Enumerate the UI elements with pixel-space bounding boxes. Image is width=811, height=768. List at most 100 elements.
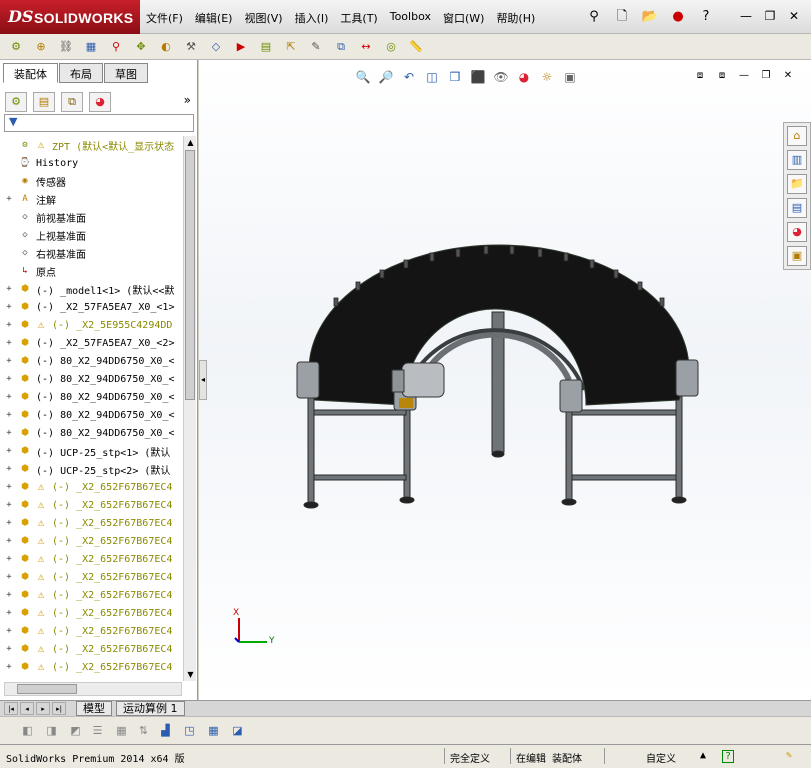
menu-help[interactable]: 帮助(H) bbox=[496, 10, 535, 26]
new-document-icon[interactable]: 🗋 bbox=[611, 8, 633, 26]
tree-row[interactable]: + ⬢ ⚠ (-) _X2_652F67B67EC4 bbox=[0, 478, 183, 496]
last-tab-icon[interactable]: ▸| bbox=[52, 702, 66, 715]
conveyor-model[interactable] bbox=[294, 230, 704, 520]
tree-row[interactable]: + A 注解 bbox=[0, 190, 183, 208]
view-icon-6[interactable]: ⇅ bbox=[134, 722, 153, 740]
interference-detection-icon[interactable]: ⧉ bbox=[331, 38, 351, 56]
expand-icon[interactable]: + bbox=[4, 572, 14, 582]
menu-tools[interactable]: 工具(T) bbox=[340, 10, 377, 26]
notification-icon[interactable]: ✎ bbox=[786, 750, 792, 761]
expand-icon[interactable]: + bbox=[4, 554, 14, 564]
featuremanager-icon[interactable]: ⚙ bbox=[5, 92, 27, 112]
minimize-button[interactable]: — bbox=[735, 8, 757, 24]
menu-window[interactable]: 窗口(W) bbox=[443, 10, 484, 26]
tree-row[interactable]: + ⬢ ⚠ (-) _X2_652F67B67EC4 bbox=[0, 532, 183, 550]
first-tab-icon[interactable]: |◂ bbox=[4, 702, 18, 715]
horizontal-scroll-thumb[interactable] bbox=[17, 684, 77, 694]
tile-left-icon[interactable]: ⧈ bbox=[691, 70, 709, 84]
expand-icon[interactable]: + bbox=[4, 536, 14, 546]
tree-filter[interactable]: ▼ bbox=[4, 114, 194, 132]
tree-row[interactable]: + ⬢ ⚠ (-) _X2_652F67B67EC4 bbox=[0, 622, 183, 640]
tree-row[interactable]: + ⬢ ⚠ (-) _X2_5E955C4294DD bbox=[0, 316, 183, 334]
tree-row[interactable]: ◇ 右视基准面 bbox=[0, 244, 183, 262]
expand-icon[interactable]: + bbox=[4, 356, 14, 366]
menu-toolbox[interactable]: Toolbox bbox=[390, 10, 431, 26]
scroll-thumb[interactable] bbox=[185, 150, 195, 400]
unit-system[interactable]: 自定义 bbox=[646, 750, 676, 765]
panel-collapse-handle[interactable]: ◂ bbox=[199, 360, 207, 400]
view-palette-icon[interactable]: ▤ bbox=[787, 198, 807, 218]
tree-row[interactable]: + ⬢ (-) 80_X2_94DD6750_X0_< bbox=[0, 370, 183, 388]
tab-sketch[interactable]: 草图 bbox=[104, 63, 148, 83]
graphics-area[interactable]: 🔍 🔎 ↶ ◫ ❒ ⬛ 👁 ◕ ☼ ▣ ⧈ ⧈ — ❐ ✕ ◂ ⌂ ▥ 📁 ▤ ◕ ▣ bbox=[199, 60, 811, 700]
expand-icon[interactable]: + bbox=[4, 482, 14, 492]
tree-row[interactable]: + ⬢ ⚠ (-) _X2_652F67B67EC4 bbox=[0, 496, 183, 514]
tree-row[interactable]: + ⬢ (-) UCP-25_stp<1> (默认 bbox=[0, 442, 183, 460]
scroll-up-icon[interactable]: ▲ bbox=[184, 136, 197, 149]
view-icon-8[interactable]: ◳ bbox=[180, 722, 199, 740]
expand-icon[interactable]: + bbox=[4, 338, 14, 348]
tab-layout[interactable]: 布局 bbox=[59, 63, 103, 83]
smart-fasteners-icon[interactable]: ⚲ bbox=[106, 38, 126, 56]
unit-menu-icon[interactable]: ▲ bbox=[700, 750, 706, 761]
prev-tab-icon[interactable]: ◂ bbox=[20, 702, 34, 715]
restore-button[interactable]: ❐ bbox=[759, 8, 781, 24]
menu-edit[interactable]: 编辑(E) bbox=[195, 10, 233, 26]
tree-row[interactable]: + ⬢ ⚠ (-) _X2_652F67B67EC4 bbox=[0, 514, 183, 532]
section-view-icon[interactable]: ◫ bbox=[423, 68, 441, 86]
explode-line-sketch-icon[interactable]: ✎ bbox=[306, 38, 326, 56]
tree-row[interactable]: + ⬢ ⚠ (-) _X2_652F67B67EC4 bbox=[0, 568, 183, 586]
tree-row[interactable]: + ⬢ (-) _model1<1> (默认<<默 bbox=[0, 280, 183, 298]
close-button[interactable]: ✕ bbox=[783, 8, 805, 24]
view-icon-7[interactable]: ▟ bbox=[156, 722, 175, 740]
custom-properties-icon[interactable]: ▣ bbox=[787, 246, 807, 266]
tree-row[interactable]: ↳ 原点 bbox=[0, 262, 183, 280]
tree-row[interactable]: + ⬢ (-) _X2_57FA5EA7_X0_<1> bbox=[0, 298, 183, 316]
traffic-light-icon[interactable]: ● bbox=[667, 8, 689, 26]
tree-row[interactable]: + ⬢ (-) 80_X2_94DD6750_X0_< bbox=[0, 352, 183, 370]
doc-close-button[interactable]: ✕ bbox=[779, 70, 797, 84]
appearance-icon[interactable]: ◕ bbox=[89, 92, 111, 112]
expand-icon[interactable]: + bbox=[4, 284, 14, 294]
expand-icon[interactable]: + bbox=[4, 644, 14, 654]
edit-appearance-icon[interactable]: ◕ bbox=[515, 68, 533, 86]
solidworks-logo[interactable]: DS SOLIDWORKS bbox=[0, 0, 140, 34]
tree-row[interactable]: ◇ 前视基准面 bbox=[0, 208, 183, 226]
zoom-to-fit-icon[interactable]: 🔍 bbox=[354, 68, 372, 86]
filter-icon[interactable]: ▼ bbox=[9, 115, 17, 128]
insert-component-icon[interactable]: ⊕ bbox=[31, 38, 51, 56]
expand-icon[interactable]: + bbox=[4, 320, 14, 330]
tab-model[interactable]: 模型 bbox=[76, 701, 112, 716]
expand-icon[interactable]: + bbox=[4, 302, 14, 312]
configurationmanager-icon[interactable]: ⧉ bbox=[61, 92, 83, 112]
more-tabs-icon[interactable]: » bbox=[184, 93, 191, 107]
previous-view-icon[interactable]: ↶ bbox=[400, 68, 418, 86]
exploded-view-icon[interactable]: ⇱ bbox=[281, 38, 301, 56]
view-icon-1[interactable]: ◧ bbox=[18, 722, 37, 740]
clearance-icon[interactable]: ↔ bbox=[356, 38, 376, 56]
menu-insert[interactable]: 插入(I) bbox=[295, 10, 329, 26]
doc-minimize-button[interactable]: — bbox=[735, 70, 753, 84]
tree-row[interactable]: + ⬢ (-) _X2_57FA5EA7_X0_<2> bbox=[0, 334, 183, 352]
menu-file[interactable]: 文件(F) bbox=[146, 10, 183, 26]
show-hidden-icon[interactable]: ◐ bbox=[156, 38, 176, 56]
menu-view[interactable]: 视图(V) bbox=[244, 10, 282, 26]
expand-icon[interactable]: + bbox=[4, 518, 14, 528]
expand-icon[interactable]: + bbox=[4, 194, 14, 204]
doc-restore-button[interactable]: ❐ bbox=[757, 70, 775, 84]
view-icon-4[interactable]: ☰ bbox=[88, 722, 107, 740]
measure-icon[interactable]: 📏 bbox=[406, 38, 426, 56]
expand-icon[interactable]: + bbox=[4, 662, 14, 672]
new-motion-study-icon[interactable]: ▶ bbox=[231, 38, 251, 56]
expand-icon[interactable]: + bbox=[4, 374, 14, 384]
view-icon-9[interactable]: ▦ bbox=[204, 722, 223, 740]
tree-row[interactable]: ⌚ History bbox=[0, 154, 183, 172]
view-settings-icon[interactable]: ▣ bbox=[561, 68, 579, 86]
tree-row[interactable]: ◉ 传感器 bbox=[0, 172, 183, 190]
expand-icon[interactable]: + bbox=[4, 590, 14, 600]
tile-right-icon[interactable]: ⧈ bbox=[713, 70, 731, 84]
tree-row[interactable]: + ⬢ ⚠ (-) _X2_652F67B67EC4 bbox=[0, 658, 183, 676]
move-component-icon[interactable]: ✥ bbox=[131, 38, 151, 56]
linear-pattern-icon[interactable]: ▦ bbox=[81, 38, 101, 56]
view-orientation-icon[interactable]: ❒ bbox=[446, 68, 464, 86]
